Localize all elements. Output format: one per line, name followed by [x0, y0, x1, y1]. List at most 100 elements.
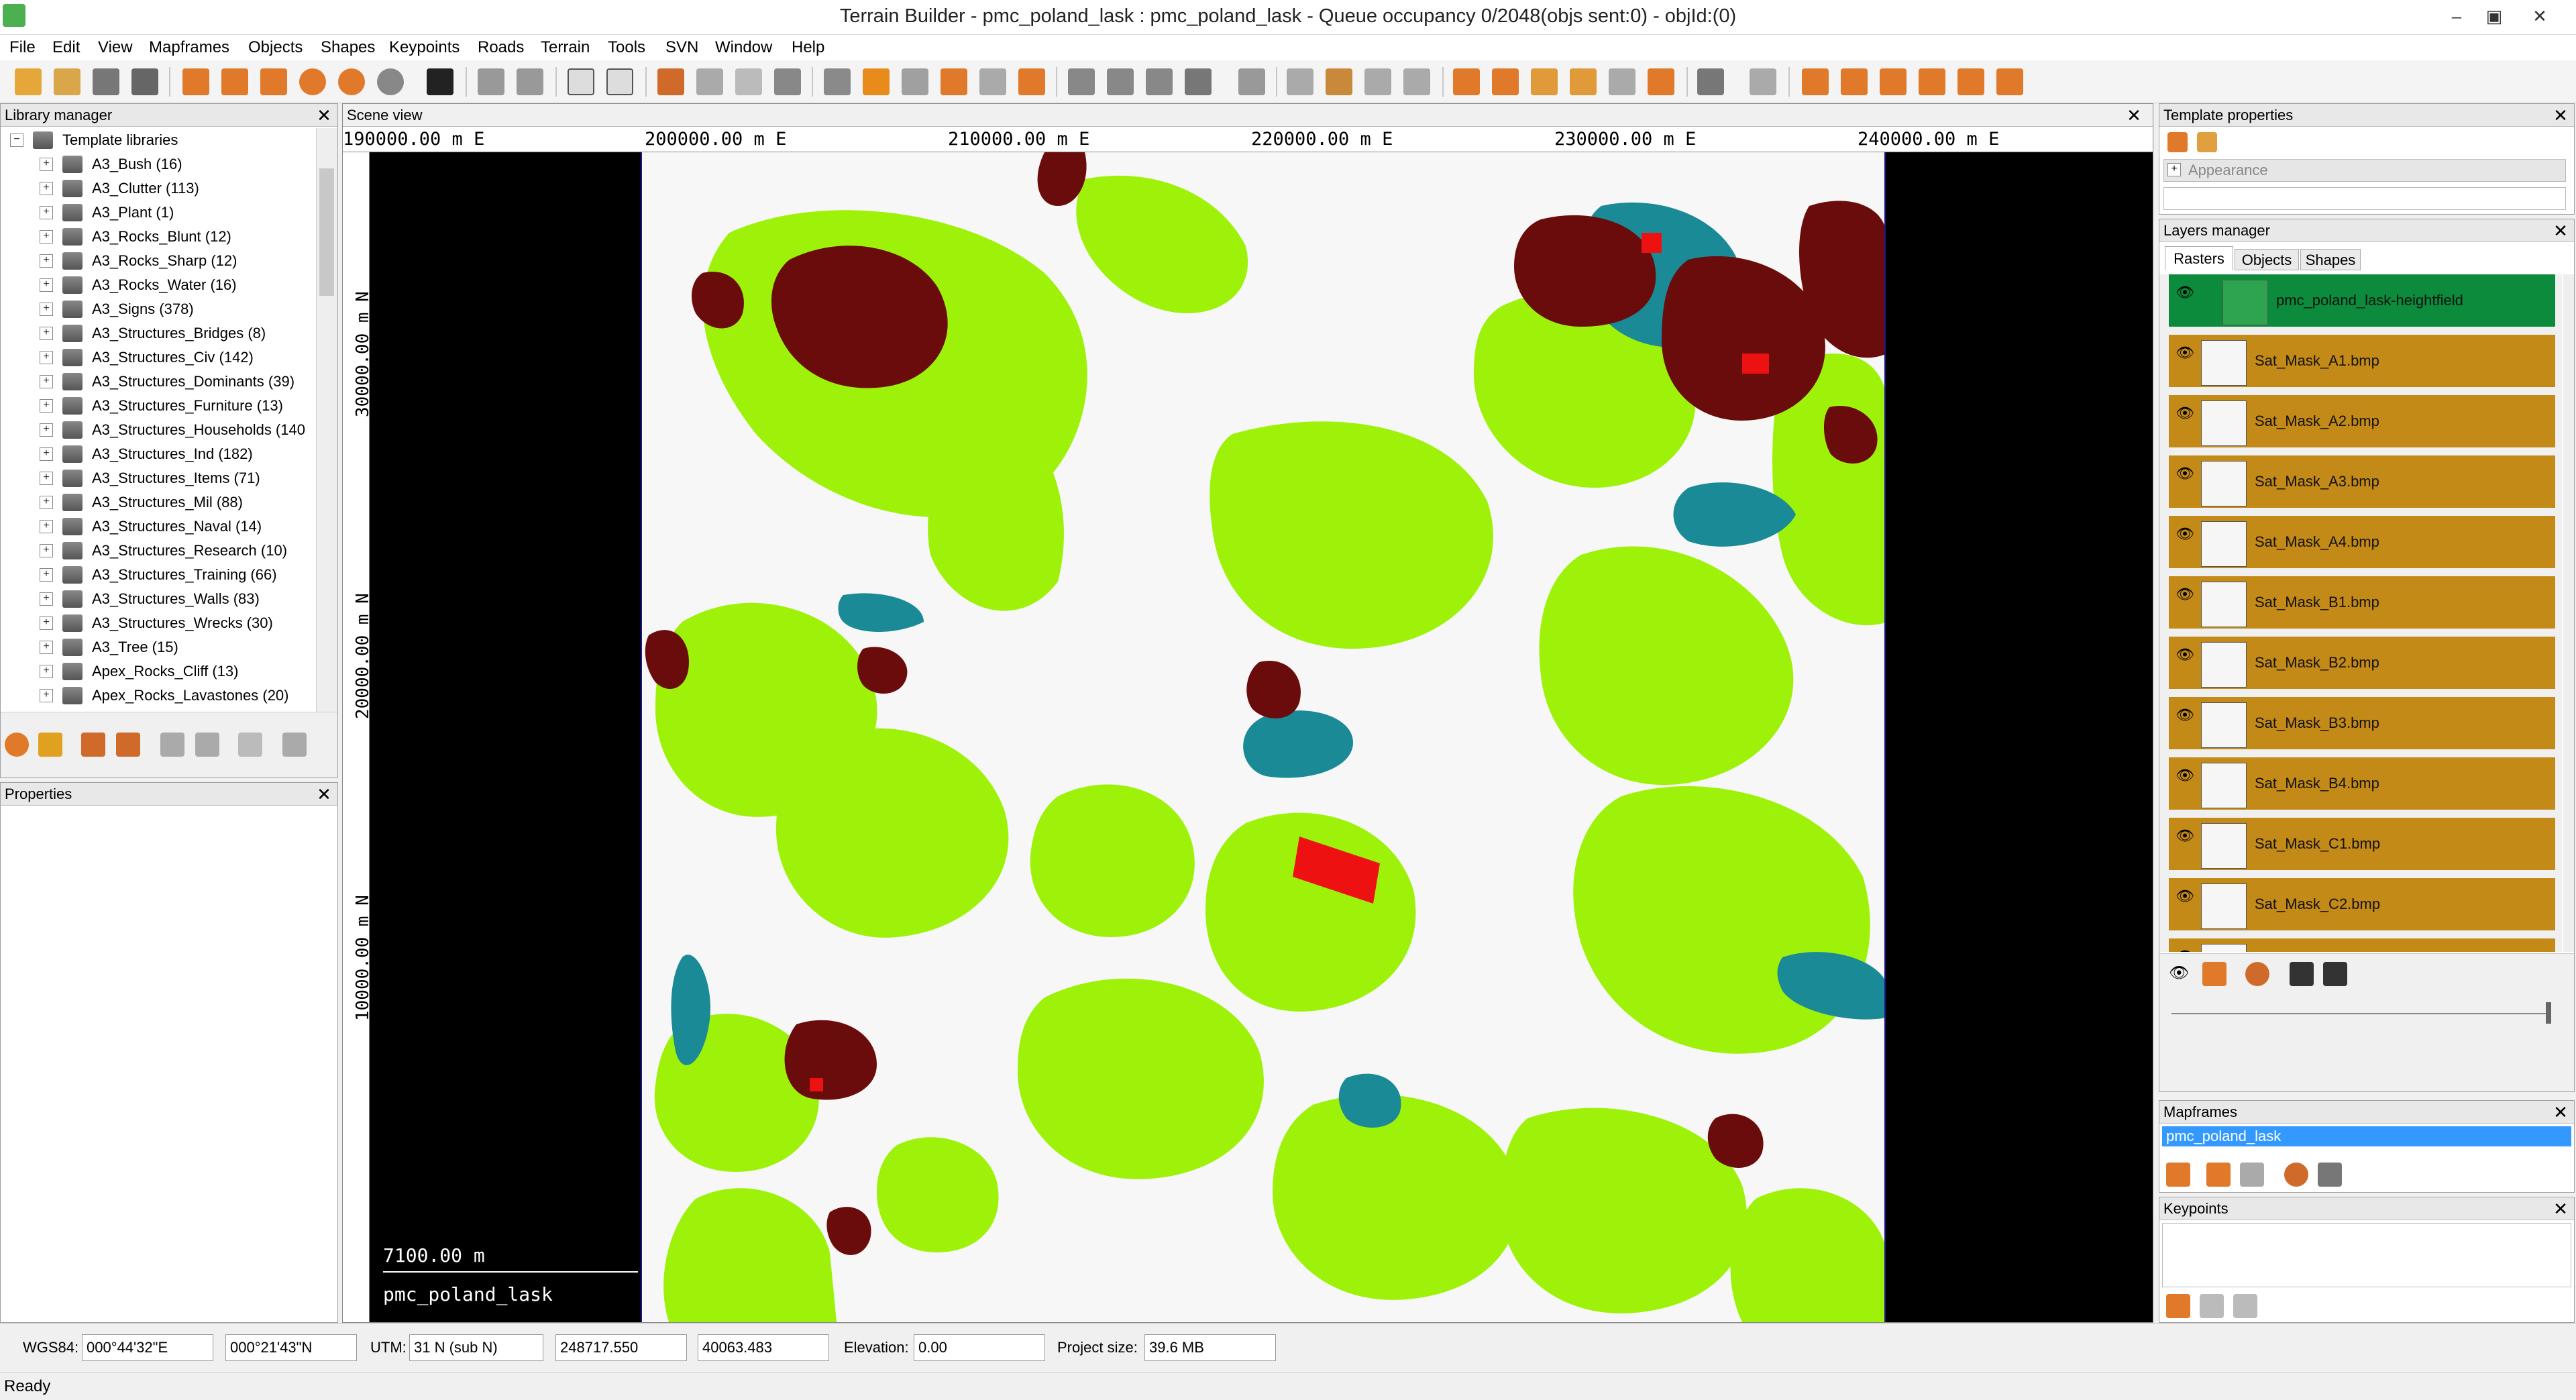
eye-icon[interactable]: 👁: [2176, 344, 2194, 362]
tab-rasters[interactable]: Rasters: [2165, 246, 2233, 270]
expand-icon[interactable]: +: [40, 616, 53, 630]
menu-view[interactable]: View: [98, 35, 133, 60]
layers-scrollbar[interactable]: [2563, 274, 2574, 952]
object-add2-icon[interactable]: [1492, 68, 1519, 95]
layer-row[interactable]: 👁 Sat_Mask_A2.bmp: [2169, 395, 2555, 451]
road-split-icon[interactable]: [1880, 68, 1907, 95]
expand-icon[interactable]: +: [40, 327, 53, 340]
menu-roads[interactable]: Roads: [478, 35, 524, 60]
image-icon[interactable]: [1185, 68, 1212, 95]
eye-icon[interactable]: 👁: [2176, 887, 2194, 905]
undo-icon[interactable]: [478, 68, 504, 95]
scrollbar-thumb[interactable]: [319, 168, 334, 296]
expand-icon[interactable]: +: [40, 182, 53, 195]
maximize-button[interactable]: ▣: [2477, 3, 2512, 30]
opacity-slider-handle[interactable]: [2546, 1002, 2551, 1024]
menu-file[interactable]: File: [9, 35, 36, 60]
menu-svn[interactable]: SVN: [665, 35, 698, 60]
redo-icon[interactable]: [517, 68, 543, 95]
eye-icon[interactable]: 👁: [2176, 465, 2194, 482]
expand-icon[interactable]: +: [40, 447, 53, 461]
eye-icon[interactable]: 👁: [2176, 284, 2194, 301]
keypoint-add-icon[interactable]: [2166, 1294, 2190, 1318]
expand-icon[interactable]: +: [40, 351, 53, 364]
chat-icon[interactable]: [377, 68, 404, 95]
mapframe-unlock-icon[interactable]: [2206, 1163, 2231, 1187]
close-icon[interactable]: ✕: [2551, 1197, 2570, 1220]
grid-fine-icon[interactable]: [774, 68, 801, 95]
dots-orange-icon[interactable]: [1018, 68, 1045, 95]
road-add-icon[interactable]: [1802, 68, 1829, 95]
layer-heightfield[interactable]: 👁 pmc_poland_lask-heightfield: [2169, 274, 2555, 331]
settings-icon[interactable]: [2245, 962, 2269, 986]
template-property-field[interactable]: [2163, 187, 2566, 210]
layer-view3-icon[interactable]: [1146, 68, 1173, 95]
appearance-section[interactable]: Appearance: [2163, 159, 2566, 182]
close-icon[interactable]: ✕: [315, 783, 333, 806]
box-orange-icon[interactable]: [863, 68, 890, 95]
expand-icon[interactable]: +: [40, 206, 53, 219]
layer-row[interactable]: 👁 Sat_Mask_B1.bmp: [2169, 576, 2555, 633]
raster-import-icon[interactable]: [2290, 962, 2314, 986]
expand-icon[interactable]: +: [40, 230, 53, 244]
mapframe-properties-icon[interactable]: [2284, 1163, 2308, 1187]
zoom-out-icon[interactable]: [338, 68, 365, 95]
expand-icon[interactable]: +: [40, 158, 53, 171]
cross-grid-icon[interactable]: [979, 68, 1006, 95]
trash-icon[interactable]: [238, 733, 262, 757]
road-edit-icon[interactable]: [1841, 68, 1868, 95]
easting-field[interactable]: 248717.550: [555, 1334, 687, 1361]
close-icon[interactable]: ✕: [2125, 104, 2143, 127]
box-icon[interactable]: [824, 68, 851, 95]
close-icon[interactable]: ✕: [2551, 1101, 2570, 1124]
hand-rotate-icon[interactable]: [1364, 68, 1391, 95]
longitude-field[interactable]: 000°44'32"E: [82, 1334, 213, 1361]
export-icon[interactable]: [195, 733, 219, 757]
northing-field[interactable]: 40063.483: [698, 1334, 829, 1361]
open-project-icon[interactable]: [54, 68, 80, 95]
layer-row[interactable]: 👁 Sat_Mask_B3.bmp: [2169, 697, 2555, 753]
menu-shapes[interactable]: Shapes: [321, 35, 375, 60]
ruler-icon[interactable]: [1750, 68, 1776, 95]
edit-library-icon[interactable]: [116, 733, 140, 757]
object-list-icon[interactable]: [1531, 68, 1558, 95]
keypoint-delete-icon[interactable]: [2233, 1294, 2257, 1318]
eye-icon[interactable]: 👁: [2176, 586, 2194, 603]
eye-icon[interactable]: 👁: [2176, 767, 2194, 784]
road-settings-icon[interactable]: [1996, 68, 2023, 95]
hand-move-icon[interactable]: [1326, 68, 1352, 95]
mapframe-icon[interactable]: [182, 68, 209, 95]
layer-row[interactable]: 👁 Sat_Mask_B4.bmp: [2169, 757, 2555, 814]
collapse-icon[interactable]: −: [10, 133, 23, 147]
align-icon[interactable]: [902, 68, 928, 95]
mapframe-generate-icon[interactable]: [260, 68, 287, 95]
eye-icon[interactable]: 👁: [2176, 525, 2194, 543]
mapframe-lock-icon[interactable]: [2166, 1163, 2190, 1187]
opacity-slider[interactable]: [2171, 1013, 2547, 1014]
mapframe-list-icon[interactable]: [2318, 1163, 2342, 1187]
layer-row[interactable]: 👁 Sat_Mask_A4.bmp: [2169, 516, 2555, 572]
layer-row[interactable]: 👁Sat_Mask_C3.bmp: [2169, 938, 2555, 952]
close-icon[interactable]: ✕: [315, 104, 333, 127]
clapper-icon[interactable]: [427, 68, 453, 95]
expand-icon[interactable]: +: [40, 303, 53, 316]
object-add-icon[interactable]: [1453, 68, 1480, 95]
template-layers-icon[interactable]: [2167, 132, 2188, 152]
menu-objects[interactable]: Objects: [248, 35, 303, 60]
menu-tools[interactable]: Tools: [608, 35, 645, 60]
expand-icon[interactable]: +: [40, 641, 53, 654]
close-button[interactable]: ✕: [2522, 3, 2557, 30]
mapframe-props-icon[interactable]: [221, 68, 248, 95]
mapframe-delete-icon[interactable]: [2240, 1163, 2264, 1187]
raster-export-icon[interactable]: [2323, 962, 2347, 986]
dots-grid-icon[interactable]: [941, 68, 967, 95]
warning-icon[interactable]: [38, 733, 62, 757]
expand-icon[interactable]: +: [40, 496, 53, 509]
expand-icon[interactable]: +: [40, 472, 53, 485]
layer-row[interactable]: 👁 Sat_Mask_A3.bmp: [2169, 455, 2555, 512]
object-star-icon[interactable]: [1648, 68, 1674, 95]
save-all-icon[interactable]: [131, 68, 158, 95]
eye-icon[interactable]: 👁: [2176, 827, 2194, 845]
project-size-field[interactable]: 39.6 MB: [1144, 1334, 1276, 1361]
tab-shapes[interactable]: Shapes: [2300, 249, 2361, 270]
